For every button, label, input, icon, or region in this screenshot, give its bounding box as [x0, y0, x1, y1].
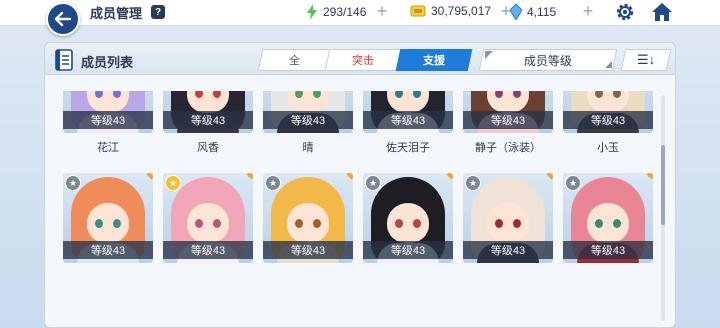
member-portrait: ★ 等级43 [463, 173, 553, 263]
pin-icon[interactable]: ★ [65, 175, 81, 191]
gem-icon [510, 4, 522, 20]
member-level: 等级43 [263, 241, 353, 259]
panel-header: 成员列表 全 突击 支援 成员等级 ☰↓ [45, 43, 675, 75]
home-icon [652, 3, 672, 21]
stamina-value: 293/146 [323, 5, 367, 19]
member-name [363, 269, 453, 285]
member-portrait: ★等级43 [163, 91, 253, 133]
lightning-icon [307, 4, 317, 20]
scroll-thumb[interactable] [661, 145, 665, 225]
dropdown-corner-icon [485, 51, 493, 59]
sort-dropdown[interactable]: 成员等级 [478, 49, 618, 71]
member-portrait: ★ 等级43 [363, 173, 453, 263]
member-portrait: ★等级43 [63, 91, 153, 133]
member-card[interactable]: ★等级43 静子（泳装） [463, 91, 553, 155]
tab-support[interactable]: 支援 [395, 49, 473, 71]
credits-icon [410, 5, 426, 17]
member-name [563, 269, 653, 285]
member-card[interactable]: ★ 等级43 [63, 173, 153, 285]
member-level: 等级43 [263, 111, 353, 129]
page-title: 成员管理 [90, 6, 143, 21]
member-grid: ★等级43花江★等级43风香★等级43晴★等级43佐天泪子★等级43静子（泳装）… [59, 91, 659, 328]
scrollbar[interactable] [661, 95, 665, 321]
member-card[interactable]: ★等级43 风香 [163, 91, 253, 155]
member-level: 等级43 [63, 111, 153, 129]
help-icon[interactable]: ? [151, 5, 165, 19]
member-card[interactable]: ★ 等级43 [563, 173, 653, 285]
new-indicator-icon [446, 173, 453, 180]
member-card[interactable]: ★等级43 花江 [63, 91, 153, 155]
panel-title: 成员列表 [81, 55, 134, 70]
new-indicator-icon [146, 173, 153, 180]
member-portrait: ★ 等级43 [563, 173, 653, 263]
member-level: 等级43 [363, 111, 453, 129]
sort-order-button[interactable]: ☰↓ [620, 49, 672, 71]
member-level: 等级43 [463, 111, 553, 129]
member-name [163, 269, 253, 285]
new-indicator-icon [646, 173, 653, 180]
member-portrait: ★ 等级43 [263, 173, 353, 263]
dropdown-triangle-icon [605, 61, 612, 68]
gear-icon [616, 3, 634, 21]
member-level: 等级43 [463, 241, 553, 259]
member-level: 等级43 [63, 241, 153, 259]
member-card[interactable]: ★等级43 晴 [263, 91, 353, 155]
pin-icon[interactable]: ★ [265, 175, 281, 191]
member-name: 晴 [302, 142, 314, 154]
settings-button[interactable] [615, 2, 635, 22]
back-button[interactable] [46, 2, 80, 36]
tab-assault-label: 突击 [352, 55, 374, 67]
add-stamina-button[interactable]: + [374, 2, 390, 20]
member-level: 等级43 [163, 111, 253, 129]
member-name [263, 269, 353, 285]
sort-dropdown-label: 成员等级 [523, 53, 572, 68]
member-card[interactable]: ★等级43 佐天泪子 [363, 91, 453, 155]
member-name: 静子（泳装） [475, 142, 541, 154]
tab-all-label: 全 [288, 55, 300, 67]
member-name: 佐天泪子 [386, 142, 430, 154]
member-level: 等级43 [163, 241, 253, 259]
credits-value: 30,795,017 [431, 4, 492, 18]
member-level: 等级43 [563, 241, 653, 259]
member-name [63, 269, 153, 285]
member-name [463, 269, 553, 285]
add-gems-button[interactable]: + [580, 2, 596, 20]
member-name: 小玉 [597, 142, 619, 154]
member-name: 花江 [97, 142, 119, 154]
gems-value: 4,115 [527, 5, 557, 19]
member-portrait: ★ 等级43 [163, 173, 253, 263]
member-card[interactable]: ★ 等级43 [363, 173, 453, 285]
member-name: 风香 [197, 142, 219, 154]
credits-display: 30,795,017 [410, 4, 491, 18]
member-portrait: ★等级43 [463, 91, 553, 133]
member-card[interactable]: ★ 等级43 [263, 173, 353, 285]
pin-icon[interactable]: ★ [165, 175, 181, 191]
pin-icon[interactable]: ★ [565, 175, 581, 191]
member-level: 等级43 [563, 111, 653, 129]
member-list-panel: 成员列表 全 突击 支援 成员等级 ☰↓ ★等级43花江★等级43风香★等级43… [44, 42, 676, 328]
member-card[interactable]: ★ 等级43 [463, 173, 553, 285]
new-indicator-icon [546, 173, 553, 180]
filter-tabs: 全 突击 支援 [257, 49, 473, 71]
home-button[interactable] [651, 2, 673, 22]
arrow-left-icon [54, 11, 72, 27]
member-level: 等级43 [363, 241, 453, 259]
member-portrait: ★等级43 [563, 91, 653, 133]
member-card[interactable]: ★ 等级43 [163, 173, 253, 285]
new-indicator-icon [246, 173, 253, 180]
tab-all[interactable]: 全 [257, 49, 331, 71]
member-card[interactable]: ★等级43 小玉 [563, 91, 653, 155]
pin-icon[interactable]: ★ [465, 175, 481, 191]
member-portrait: ★等级43 [363, 91, 453, 133]
sort-order-icon: ☰↓ [636, 52, 656, 67]
stamina-display: 293/146 [306, 4, 366, 20]
member-portrait: ★等级43 [263, 91, 353, 133]
pin-icon[interactable]: ★ [365, 175, 381, 191]
tab-assault[interactable]: 突击 [324, 49, 402, 71]
document-list-icon [55, 49, 73, 71]
tab-support-label: 支援 [423, 55, 445, 67]
new-indicator-icon [346, 173, 353, 180]
member-portrait: ★ 等级43 [63, 173, 153, 263]
gems-display: 4,115 [510, 4, 556, 20]
